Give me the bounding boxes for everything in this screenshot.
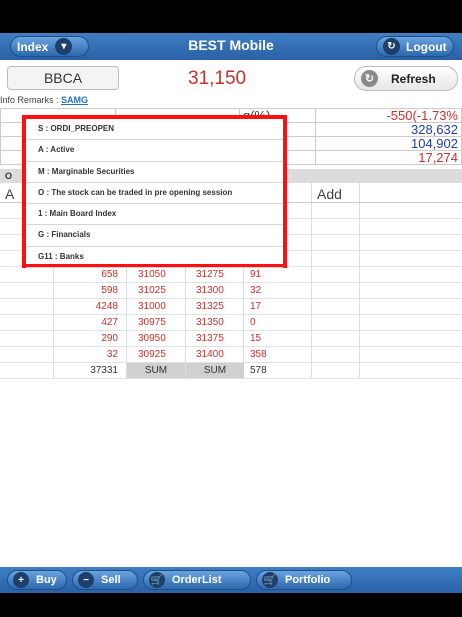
nav-bar — [0, 593, 462, 617]
last-price: 31,150 — [188, 68, 247, 89]
table-row: 658 31050 31275 91 — [0, 267, 462, 283]
refresh-icon: ↻ — [361, 70, 378, 87]
buy-label: Buy — [36, 574, 57, 586]
table-row: 4248 31000 31325 17 — [0, 299, 462, 315]
logout-icon: ↻ — [383, 38, 400, 55]
stat-value: 17,274 — [315, 150, 462, 165]
orderlist-button[interactable]: 🛒 OrderList — [143, 570, 251, 590]
sell-label: Sell — [101, 574, 121, 586]
stat-value: -550(-1.73% — [315, 108, 462, 123]
orderbook-header-left: A — [5, 186, 15, 202]
stat-value: 328,632 — [315, 122, 462, 137]
minus-icon: − — [78, 572, 94, 588]
info-remarks-label: Info Remarks : — [0, 95, 59, 105]
remark-item: G : Financials — [26, 225, 283, 247]
sell-button[interactable]: − Sell — [72, 570, 138, 590]
sum-row: 37331 SUM SUM 578 — [0, 363, 462, 379]
logout-button[interactable]: ↻ Logout — [376, 36, 454, 57]
portfolio-button[interactable]: 🛒 Portfolio — [256, 570, 352, 590]
table-row: 290 30950 31375 15 — [0, 331, 462, 347]
cart-icon: 🛒 — [262, 572, 278, 588]
table-row: 32 30925 31400 358 — [0, 347, 462, 363]
cart-icon: 🛒 — [149, 572, 165, 588]
remark-item: M : Marginable Securities — [26, 162, 283, 183]
remark-item: G11 : Banks — [26, 247, 283, 269]
table-row: 598 31025 31300 32 — [0, 283, 462, 299]
app-header: Index ▾ BEST Mobile ↻ Logout — [0, 33, 462, 60]
info-remarks-popup[interactable]: S : ORDI_PREOPEN A : Active M : Marginab… — [22, 115, 287, 269]
stock-code-input[interactable]: BBCA — [7, 66, 119, 90]
status-bar — [0, 0, 462, 33]
stat-value: 104,902 — [315, 136, 462, 151]
orderlist-label: OrderList — [172, 574, 222, 586]
info-remarks-link[interactable]: SAMG — [61, 95, 88, 105]
info-remarks: Info Remarks : SAMG — [0, 95, 88, 105]
bottom-toolbar: + Buy − Sell 🛒 OrderList 🛒 Portfolio — [0, 567, 462, 593]
logout-button-label: Logout — [406, 39, 447, 54]
buy-button[interactable]: + Buy — [7, 570, 67, 590]
portfolio-label: Portfolio — [285, 574, 331, 586]
remark-item: A : Active — [26, 140, 283, 162]
plus-icon: + — [13, 572, 29, 588]
table-row: 427 30975 31350 0 — [0, 315, 462, 331]
remark-item: S : ORDI_PREOPEN — [26, 119, 283, 141]
orderbook-header-add: Add — [317, 186, 342, 202]
refresh-button-label: Refresh — [391, 71, 436, 86]
remark-item: O : The stock can be traded in pre openi… — [26, 183, 283, 205]
refresh-button[interactable]: ↻ Refresh — [354, 66, 458, 91]
main-content: BBCA 31,150 ↻ Refresh Info Remarks : SAM… — [0, 60, 462, 567]
remark-item: 1 : Main Board Index — [26, 204, 283, 226]
